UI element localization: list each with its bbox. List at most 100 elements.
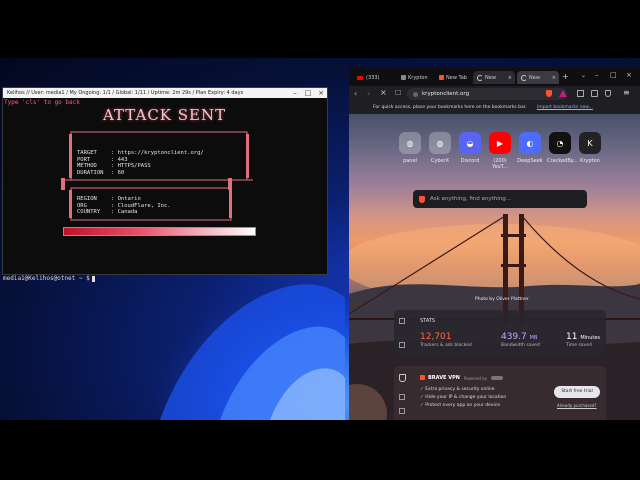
- vpn-bullet: ✓ Hide your IP & change your location: [420, 395, 507, 400]
- menu-icon[interactable]: ≡: [623, 88, 630, 97]
- address-bar[interactable]: kryptonclient.org: [407, 88, 567, 100]
- geo-row: COUNTRY: Canada: [77, 209, 138, 215]
- vpn-icon[interactable]: [605, 90, 611, 97]
- vpn-side-icon: [399, 394, 405, 400]
- tab-close-icon[interactable]: ×: [508, 75, 512, 81]
- terminal-output[interactable]: Type 'cls' to go back ATTACK SENT TARGET…: [3, 98, 327, 282]
- forward-icon[interactable]: ›: [367, 89, 370, 98]
- vpn-shield-icon: [399, 374, 406, 382]
- import-bookmarks-link[interactable]: Import bookmarks now...: [537, 105, 593, 110]
- browser-window[interactable]: (333) Krypton New Tab New × New × + ⌄ – …: [349, 68, 640, 420]
- brave-search-icon: [419, 195, 425, 203]
- panel-icon: ◍: [399, 132, 421, 154]
- progress-fill: [64, 228, 255, 235]
- screen: Kelihos // User: media1 / My Ongoing: 1/…: [0, 0, 640, 480]
- vpn-bullet: ✓ Protect every app on your device: [420, 403, 500, 408]
- bookmark-icon[interactable]: ☐: [395, 89, 401, 97]
- stop-icon[interactable]: ×: [380, 88, 387, 97]
- page-icon: [401, 75, 406, 80]
- tab-youtube[interactable]: (333): [353, 71, 395, 84]
- already-purchased-link[interactable]: Already purchased?: [557, 403, 597, 408]
- new-tab-icon[interactable]: +: [562, 72, 569, 81]
- vpn-title: BRAVE VPN: [428, 375, 460, 381]
- geo-details: REGION: Ontario ORG: CloudFlare, Inc. CO…: [77, 196, 171, 216]
- bookmarks-bar: For quick access, place your bookmarks h…: [349, 102, 640, 114]
- toolbar: ‹ › × ☐ kryptonclient.org ≡: [349, 86, 640, 102]
- shortcut-panel[interactable]: ◍ panel: [397, 132, 423, 164]
- cursor-icon: [91, 275, 95, 282]
- brave-shields-icon[interactable]: [546, 90, 552, 97]
- terminal-frame: [61, 131, 253, 221]
- bookmarks-hint: For quick access, place your bookmarks h…: [373, 105, 527, 110]
- tab-new-1[interactable]: New ×: [473, 71, 515, 84]
- sidebar-icon[interactable]: [577, 90, 584, 97]
- stat-value: 11: [566, 332, 578, 342]
- stat-unit: MB: [529, 335, 538, 341]
- shortcut-cyberx[interactable]: ◍ CyberX: [427, 132, 453, 164]
- cyberx-icon: ◍: [429, 132, 451, 154]
- vpn-bullets: ✓ Extra privacy & security online ✓ Hide…: [420, 386, 506, 410]
- vpn-logo-icon: [420, 375, 425, 380]
- check-icon: ✓: [420, 395, 424, 400]
- back-icon[interactable]: ‹: [354, 89, 357, 98]
- start-trial-button[interactable]: Start free trial: [554, 386, 600, 398]
- vpn-powered: Powered by: [464, 376, 488, 381]
- terminal-titlebar[interactable]: Kelihos // User: media1 / My Ongoing: 1/…: [3, 88, 327, 98]
- attack-details: TARGET: https://kryptonclient.org/ PORT:…: [77, 150, 204, 176]
- detail-row: DURATION: 60: [77, 169, 125, 176]
- stats-card: STATS 12,701 Trackers & ads blocked 439.…: [394, 310, 606, 356]
- check-icon: ✓: [420, 403, 424, 408]
- minimize-icon[interactable]: –: [289, 88, 301, 98]
- tab-new-2[interactable]: New ×: [517, 71, 559, 84]
- stat-value: 12,701: [420, 332, 452, 342]
- vpn-card: BRAVE VPN Powered by ✓ Extra privacy & s…: [394, 366, 606, 420]
- stat-label: Time saved: [566, 343, 592, 348]
- photo-credit[interactable]: Photo by Oliver Plattner: [475, 297, 529, 302]
- brave-icon: [439, 75, 444, 80]
- url-text: kryptonclient.org: [422, 91, 470, 97]
- close-icon[interactable]: ×: [315, 88, 327, 98]
- deepseek-icon: ◐: [519, 132, 541, 154]
- youtube-icon: [357, 75, 363, 80]
- stat-trackers: 12,701 Trackers & ads blocked: [420, 332, 472, 348]
- tab-krypton[interactable]: Krypton: [397, 71, 433, 84]
- close-icon[interactable]: ×: [626, 71, 632, 79]
- tab-close-icon[interactable]: ×: [552, 75, 556, 81]
- tab-bar[interactable]: (333) Krypton New Tab New × New × + ⌄ – …: [349, 68, 640, 86]
- terminal-title: Kelihos // User: media1 / My Ongoing: 1/…: [7, 90, 244, 96]
- shortcut-discord[interactable]: ◒ Discord: [457, 132, 483, 164]
- brave-rewards-icon[interactable]: [559, 90, 567, 97]
- check-icon: ✓: [420, 387, 424, 392]
- site-info-icon[interactable]: [413, 91, 418, 97]
- shortcut-crackedby[interactable]: ◔ CrackedBy...: [547, 132, 578, 164]
- shortcut-youtube[interactable]: ▶ (200) YouT...: [487, 132, 513, 170]
- terminal-window[interactable]: Kelihos // User: media1 / My Ongoing: 1/…: [2, 87, 328, 282]
- minimize-icon[interactable]: –: [595, 71, 599, 79]
- stat-value: 439.7: [501, 332, 527, 342]
- vpn-side-icon: [399, 408, 405, 414]
- bottom-letterbox: [0, 420, 640, 480]
- search-placeholder: Ask anything, find anything...: [430, 196, 512, 202]
- loading-icon: [477, 74, 483, 81]
- stat-label: Bandwidth saved: [501, 343, 540, 348]
- stats-side-icon: [399, 342, 405, 348]
- search-box[interactable]: Ask anything, find anything...: [413, 190, 587, 208]
- youtube-icon: ▶: [489, 132, 511, 154]
- terminal-prompt[interactable]: media1@Kelihos@otnet ~ $: [3, 275, 95, 282]
- wallet-icon[interactable]: [591, 90, 598, 97]
- tab-new-tab[interactable]: New Tab: [435, 71, 471, 84]
- shortcut-krypton[interactable]: K Krypton: [577, 132, 603, 164]
- crackedby-icon: ◔: [549, 132, 571, 154]
- maximize-icon[interactable]: □: [302, 88, 314, 98]
- chevron-down-icon[interactable]: ⌄: [581, 72, 586, 79]
- stats-header: STATS: [420, 318, 436, 324]
- shortcut-deepseek[interactable]: ◐ DeepSeek: [517, 132, 543, 164]
- stat-time: 11 Minutes Time saved: [566, 332, 600, 348]
- guardian-logo-icon: [491, 376, 503, 380]
- stat-unit: Minutes: [580, 335, 601, 341]
- new-tab-page: ◍ panel ◍ CyberX ◒ Discord ▶ (200) YouT... ◐…: [349, 114, 640, 420]
- discord-icon: ◒: [459, 132, 481, 154]
- stats-icon: [399, 318, 405, 324]
- progress-track: [63, 227, 256, 236]
- maximize-icon[interactable]: □: [610, 71, 617, 79]
